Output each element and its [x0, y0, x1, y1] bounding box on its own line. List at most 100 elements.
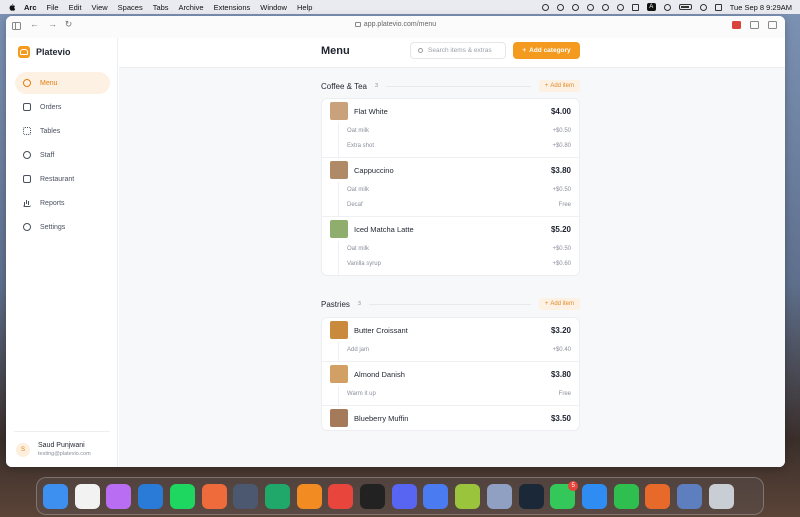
split-view-icon[interactable] [768, 21, 777, 29]
modifier-row[interactable]: Vanilla syrup +$0.60 [347, 256, 571, 271]
app-icon-green[interactable] [264, 484, 290, 509]
safari-icon[interactable] [581, 484, 607, 509]
item-name: Almond Danish [354, 369, 405, 379]
input-source-icon[interactable]: A [646, 3, 656, 11]
modifier-row[interactable]: Oat milk +$0.50 [347, 241, 571, 256]
menubar-file[interactable]: File [47, 3, 59, 12]
menubar-view[interactable]: View [92, 3, 108, 12]
menubar-arc[interactable]: Arc [24, 3, 37, 12]
modifier-name: Oat milk [347, 245, 370, 252]
modifier-row[interactable]: Warm it up Free [347, 386, 571, 401]
books-icon[interactable] [296, 484, 322, 509]
display-icon[interactable] [631, 3, 639, 11]
menubar-edit[interactable]: Edit [69, 3, 82, 12]
modifier-row[interactable]: Extra shot +$0.80 [347, 138, 571, 153]
app-icon-cylinder[interactable] [677, 484, 702, 509]
control-center-icon[interactable] [714, 3, 722, 11]
add-category-button[interactable]: + Add category [513, 42, 580, 59]
app-icon-blue[interactable] [423, 484, 449, 509]
sidebar-item-label: Orders [40, 103, 62, 111]
tables-icon [23, 127, 31, 135]
app-icon-red[interactable] [328, 484, 354, 509]
menubar-extensions[interactable]: Extensions [214, 3, 251, 12]
timer-icon[interactable] [586, 3, 594, 11]
trash-icon[interactable] [708, 484, 734, 509]
modifier-row[interactable]: Oat milk +$0.50 [347, 123, 571, 138]
modifier-row[interactable]: Decaf Free [347, 197, 571, 212]
cloud-icon[interactable] [571, 3, 579, 11]
apple-icon[interactable] [8, 3, 16, 11]
settings-icon [23, 223, 31, 231]
plus-icon: + [544, 301, 549, 307]
menu-item[interactable]: Almond Danish $3.80 Warm it up Free [322, 362, 579, 406]
menu-item[interactable]: Iced Matcha Latte $5.20 Oat milk +$0.50 V… [322, 217, 579, 275]
menu-item[interactable]: Blueberry Muffin $3.50 [322, 406, 579, 430]
sidebar-item-staff[interactable]: Staff [15, 144, 110, 166]
menubar-tabs[interactable]: Tabs [153, 3, 169, 12]
share-icon[interactable] [750, 21, 759, 29]
modifier-price: Free [558, 201, 571, 208]
macos-menubar: Arc File Edit View Spaces Tabs Archive E… [0, 0, 800, 14]
steam-icon[interactable] [518, 484, 544, 509]
menu-item[interactable]: Butter Croissant $3.20 Add jam +$0.40 [322, 318, 579, 362]
url-bar[interactable]: app.platevio.com/menu [6, 21, 785, 28]
app-icon-lime[interactable] [455, 484, 481, 509]
vscode-icon[interactable] [138, 484, 164, 509]
menu-item[interactable]: Flat White $4.00 Oat milk +$0.50 Extra sh… [322, 99, 579, 158]
menubar-window[interactable]: Window [260, 3, 287, 12]
section-title: Coffee & Tea [321, 81, 367, 91]
battery-icon[interactable] [678, 4, 692, 10]
discord-icon[interactable] [391, 484, 417, 509]
app-icon-rocket[interactable] [645, 484, 671, 509]
sidebar-item-restaurant[interactable]: Restaurant [15, 168, 110, 190]
menubar-spaces[interactable]: Spaces [118, 3, 143, 12]
user-profile[interactable]: S Saud Punjwani testing@platevio.com [16, 442, 91, 457]
add-item-button[interactable]: + Add item [538, 80, 580, 92]
sidebar-item-reports[interactable]: Reports [15, 192, 110, 214]
sidebar-item-label: Settings [40, 223, 66, 231]
menubar-archive[interactable]: Archive [179, 3, 204, 12]
section-header-coffee-tea: Coffee & Tea 3 + Add item [321, 79, 580, 93]
app-icon-orange[interactable] [201, 484, 227, 509]
item-name: Butter Croissant [354, 325, 408, 335]
messages-icon[interactable]: 5 [550, 481, 579, 509]
search-box[interactable] [410, 42, 506, 59]
chrome-icon[interactable] [74, 484, 100, 509]
main-content: Menu + Add category Coffee & Tea 3 + Add… [119, 38, 785, 467]
sidebar-item-tables[interactable]: Tables [15, 120, 110, 142]
add-item-button[interactable]: + Add item [538, 298, 580, 310]
location-icon[interactable] [556, 3, 564, 11]
sidebar-item-settings[interactable]: Settings [15, 216, 110, 238]
menubar-clock[interactable]: Tue Sep 8 9:29AM [730, 3, 792, 12]
app-icon-dark[interactable] [233, 484, 259, 509]
sync-icon[interactable] [616, 3, 624, 11]
app-icon-purple[interactable] [106, 484, 132, 509]
menubar-help[interactable]: Help [297, 3, 312, 12]
status-icon[interactable] [541, 3, 549, 11]
brand[interactable]: Platevio [18, 46, 71, 58]
modifier-row[interactable]: Oat milk +$0.50 [347, 182, 571, 197]
sidebar-nav: Menu Orders Tables Staff Restaurant Repo… [15, 72, 110, 240]
numbers-icon[interactable] [613, 484, 639, 509]
spotify-icon[interactable] [169, 484, 195, 509]
sidebar-item-orders[interactable]: Orders [15, 96, 110, 118]
search-input[interactable] [428, 47, 502, 54]
activity-icon[interactable] [360, 484, 385, 509]
bluetooth-icon[interactable] [601, 3, 609, 11]
section-title: Pastries [321, 299, 350, 309]
modifier-row[interactable]: Add jam +$0.40 [347, 342, 571, 357]
wifi-icon[interactable] [663, 3, 671, 11]
sidebar: Platevio Menu Orders Tables Staff Restau… [6, 38, 118, 467]
finder-icon[interactable] [43, 484, 68, 509]
app-icon-grey[interactable] [486, 484, 512, 509]
modifier-name: Warm it up [347, 390, 376, 397]
search-spotlight-icon[interactable] [699, 3, 707, 11]
sidebar-item-menu[interactable]: Menu [15, 72, 110, 94]
menu-item[interactable]: Cappuccino $3.80 Oat milk +$0.50 Decaf Fre… [322, 158, 579, 217]
extension-icon[interactable] [732, 21, 741, 29]
url-text: app.platevio.com/menu [363, 21, 437, 28]
modifier-name: Vanilla syrup [347, 260, 381, 267]
page-header: Menu + Add category [119, 38, 785, 68]
modifier-list: Add jam +$0.40 [338, 342, 571, 361]
platevio-logo-icon [18, 46, 30, 58]
